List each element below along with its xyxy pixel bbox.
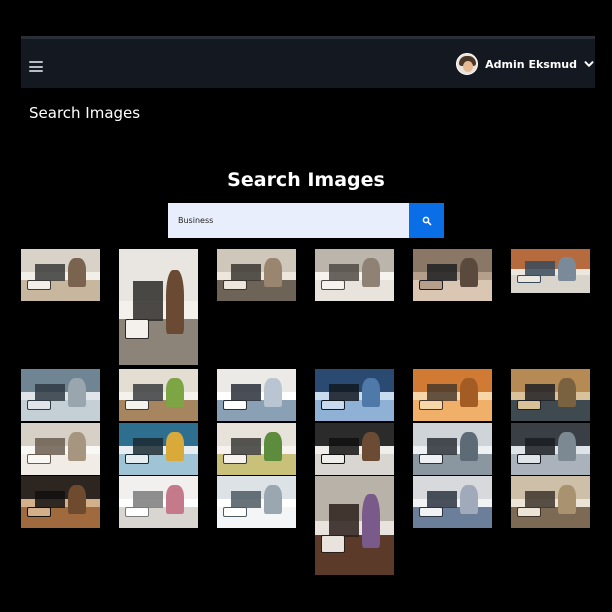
image-result-chess-pieces-close-up[interactable] — [315, 369, 394, 421]
image-result-monitor-on-desk-with-plants[interactable] — [217, 423, 296, 475]
image-result-open-plan-office[interactable] — [511, 249, 590, 293]
image-result-businessman-in-suit-hallway[interactable] — [413, 249, 492, 301]
search-icon — [422, 216, 431, 225]
image-result-celebrating-on-rooftop[interactable] — [217, 369, 296, 421]
chevron-down-icon[interactable] — [583, 58, 595, 70]
image-result-laptop-on-wooden-table[interactable] — [511, 423, 590, 475]
image-result-modern-office-building-exterior[interactable] — [21, 369, 100, 421]
top-navbar: Admin Eksmud — [21, 36, 595, 88]
image-result-window-office-workstations[interactable] — [217, 476, 296, 528]
image-result-laptop-and-notebook-on-desk[interactable] — [21, 249, 100, 301]
image-result-flatlay-team-workspace[interactable] — [119, 423, 198, 475]
image-result-cafe-meeting-orange-room[interactable] — [413, 369, 492, 421]
image-result-phone-and-chair-top-view[interactable] — [315, 423, 394, 475]
image-result-laptop-on-wood-desk-dark[interactable] — [21, 476, 100, 528]
search-input[interactable] — [168, 203, 409, 238]
avatar[interactable] — [456, 53, 479, 75]
search-button[interactable] — [409, 203, 444, 238]
image-result-team-in-library-meeting[interactable] — [511, 476, 590, 528]
image-result-hand-writing-on-paper[interactable] — [315, 249, 394, 301]
image-result-handshake-over-documents[interactable] — [413, 476, 492, 528]
user-name[interactable]: Admin Eksmud — [485, 58, 577, 71]
image-result-hands-typing-laptop-closeup[interactable] — [413, 423, 492, 475]
image-result-man-typing-on-laptop[interactable] — [511, 369, 590, 421]
search-heading: Search Images — [227, 169, 385, 191]
page-title: Search Images — [29, 104, 141, 122]
image-result-women-smiling-at-laptop[interactable] — [315, 476, 394, 575]
user-menu[interactable]: Admin Eksmud — [456, 51, 595, 77]
hamburger-icon[interactable] — [29, 61, 43, 72]
image-result-white-desk-flatlay[interactable] — [119, 476, 198, 528]
image-result-team-meeting-around-table[interactable] — [217, 249, 296, 301]
image-result-wooden-desk-with-plant[interactable] — [119, 369, 198, 421]
image-result-woman-working-on-laptop[interactable] — [119, 249, 198, 365]
image-result-empty-conference-room[interactable] — [21, 423, 100, 475]
